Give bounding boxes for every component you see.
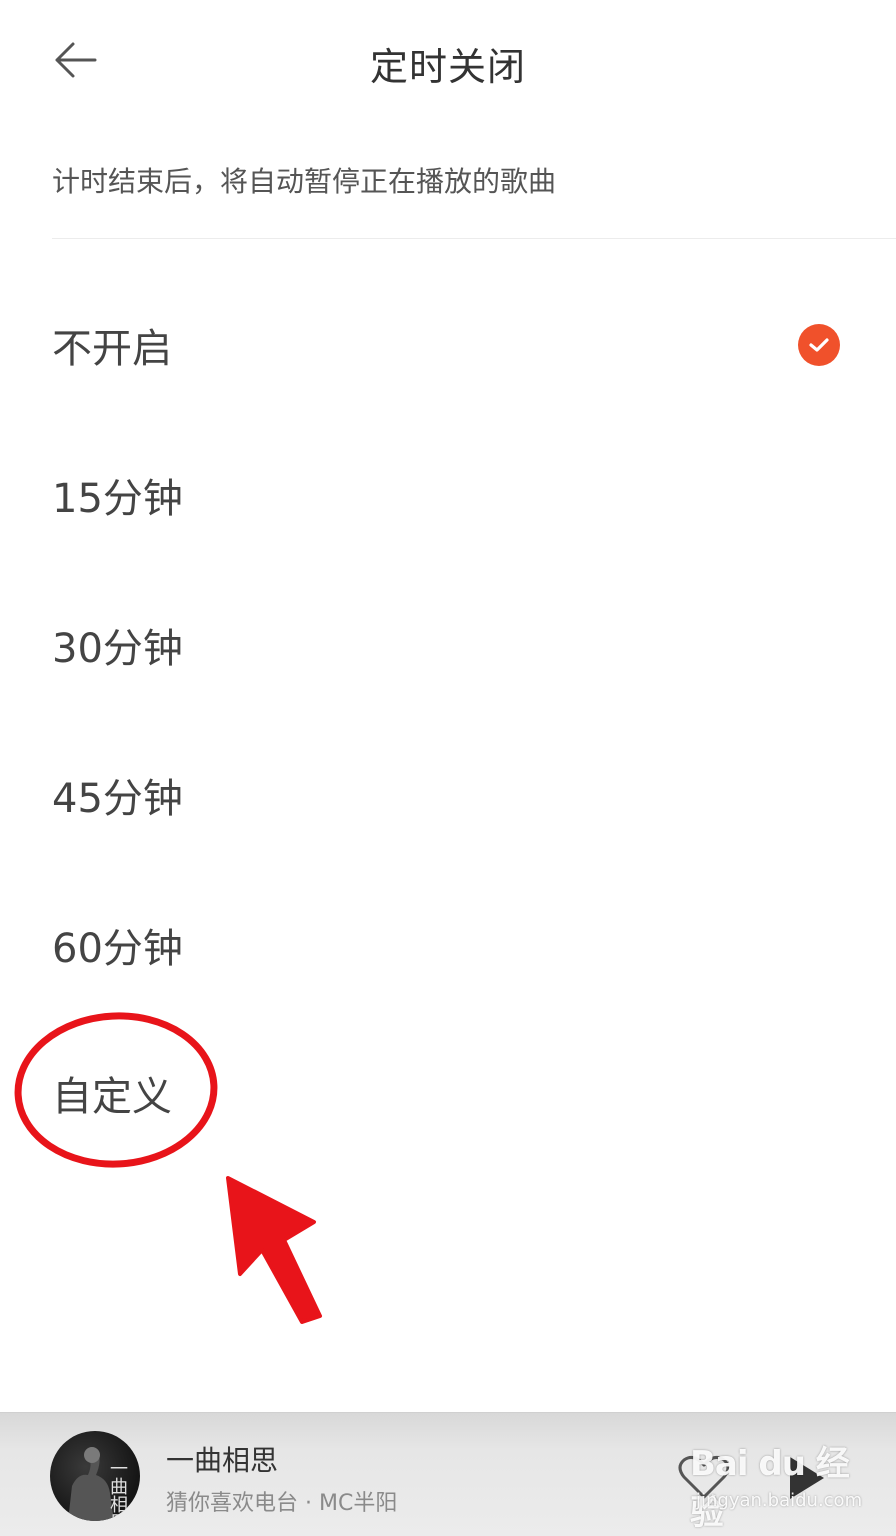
- album-art-text: 一曲相思: [110, 1459, 128, 1522]
- song-subtitle: 猜你喜欢电台 · MC半阳: [166, 1491, 398, 1516]
- mini-player[interactable]: 一曲相思 一曲相思 猜你喜欢电台 · MC半阳: [0, 1412, 896, 1536]
- option-off[interactable]: 不开启: [0, 270, 896, 420]
- option-label: 30分钟: [52, 626, 183, 672]
- option-label: 不开启: [52, 326, 172, 372]
- option-60-min[interactable]: 60分钟: [0, 870, 896, 1020]
- option-label: 45分钟: [52, 776, 183, 822]
- heart-outline-icon: [678, 1455, 730, 1499]
- page-title: 定时关闭: [369, 45, 526, 89]
- divider: [52, 238, 896, 239]
- timer-close-page: 定时关闭 计时结束后，将自动暂停正在播放的歌曲 不开启 15分钟 30分钟 45…: [0, 0, 896, 1536]
- option-15-min[interactable]: 15分钟: [0, 420, 896, 570]
- like-button[interactable]: [676, 1453, 732, 1501]
- description-text: 计时结束后，将自动暂停正在播放的歌曲: [52, 165, 557, 198]
- album-cover[interactable]: 一曲相思: [50, 1431, 140, 1521]
- play-icon: [790, 1457, 824, 1499]
- checkmark-icon: [798, 324, 840, 366]
- play-button[interactable]: [786, 1455, 826, 1501]
- option-label: 自定义: [52, 1074, 172, 1120]
- song-title: 一曲相思: [166, 1444, 279, 1477]
- option-label: 15分钟: [52, 476, 183, 522]
- option-45-min[interactable]: 45分钟: [0, 720, 896, 870]
- annotation-arrow-icon: [226, 1176, 322, 1324]
- option-custom[interactable]: 自定义: [0, 1018, 896, 1168]
- header: 定时关闭: [0, 0, 896, 120]
- option-30-min[interactable]: 30分钟: [0, 570, 896, 720]
- option-label: 60分钟: [52, 926, 183, 972]
